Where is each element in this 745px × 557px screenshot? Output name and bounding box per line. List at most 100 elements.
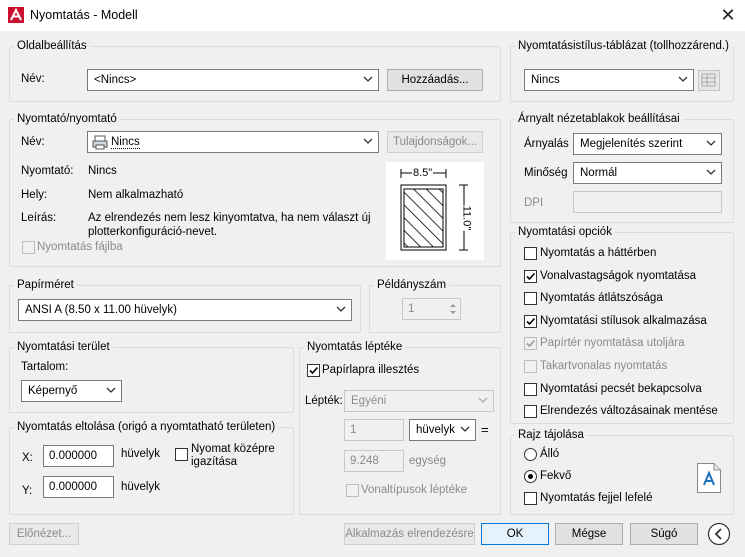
chevron-down-icon (460, 426, 470, 432)
quality-dropdown[interactable]: Normál (573, 162, 722, 184)
offset-y-input[interactable]: 0.000000 (43, 476, 114, 498)
copies-stepper[interactable]: 1 (402, 298, 461, 320)
radio-selected-dot (528, 474, 533, 479)
edit-plot-style-icon[interactable] (698, 70, 720, 91)
chevron-down-icon (706, 169, 716, 175)
plot-option-checkbox[interactable] (524, 315, 537, 328)
upside-down-checkbox[interactable] (524, 492, 537, 505)
paper-width-label: 8.5" (412, 167, 434, 179)
ok-button[interactable]: OK (481, 523, 549, 545)
plot-option-label: Nyomtatás átlátszósága (540, 292, 663, 304)
close-button[interactable]: ✕ (717, 4, 739, 26)
plot-option-label: Takartvonalas nyomtatás (540, 360, 668, 372)
shade-plot-dropdown[interactable]: Megjelenítés szerint (573, 133, 722, 155)
plot-offset-legend: Nyomtatás eltolása (origó a nyomtatható … (17, 421, 276, 433)
offset-x-input[interactable]: 0.000000 (43, 445, 114, 467)
plot-option-checkbox[interactable] (524, 337, 537, 350)
scale-unit-dropdown[interactable]: hüvelyk (409, 419, 476, 441)
shade-plot-label: Árnyalás (524, 138, 569, 150)
dpi-input[interactable] (573, 191, 722, 213)
center-plot-label-line-1: Nyomat középre (191, 443, 275, 455)
plotter-label: Nyomtató: (21, 165, 74, 177)
plot-options-legend: Nyomtatási opciók (518, 226, 612, 238)
plot-option-checkbox[interactable] (524, 292, 537, 305)
collapse-options-icon[interactable] (707, 522, 731, 546)
offset-x-value: 0.000000 (49, 450, 97, 462)
paper-height-label: 11.0" (460, 205, 473, 231)
scale-equals: = (481, 422, 489, 437)
page-setup-name-label: Név: (21, 73, 45, 85)
chevron-down-icon (363, 138, 373, 144)
plot-area-value: Képernyő (28, 385, 78, 397)
window-title: Nyomtatás - Modell (30, 8, 138, 22)
printer-properties-button[interactable]: Tulajdonságok... (387, 131, 483, 153)
plot-option-label: Vonalvastagságok nyomtatása (540, 270, 696, 282)
paper-size-dropdown[interactable]: ANSI A (8.50 x 11.00 hüvelyk) (18, 299, 352, 321)
plot-style-table-dropdown[interactable]: Nincs (524, 69, 694, 91)
offset-y-label: Y: (22, 485, 33, 497)
scale-label: Lépték: (305, 395, 343, 407)
offset-y-unit: hüvelyk (121, 481, 160, 493)
plot-option-checkbox[interactable] (524, 383, 537, 396)
help-button[interactable]: Súgó (630, 523, 698, 545)
spin-arrows-icon[interactable] (447, 300, 459, 318)
dpi-label: DPI (524, 197, 544, 209)
check-icon (309, 366, 319, 375)
plot-area-legend: Nyomtatási terület (17, 341, 110, 353)
copies-legend: Példányszám (377, 279, 447, 291)
preview-button[interactable]: Előnézet... (9, 523, 79, 545)
plot-option-checkbox[interactable] (524, 405, 537, 418)
printer-icon (92, 135, 108, 150)
paper-size-legend: Papírméret (17, 279, 74, 291)
apply-to-layout-button[interactable]: Alkalmazás elrendezésre (344, 523, 475, 545)
add-page-setup-button[interactable]: Hozzáadás... (387, 69, 483, 91)
portrait-label: Álló (540, 448, 560, 460)
scale-value-2-input[interactable]: 9.248 (344, 450, 404, 472)
landscape-radio[interactable] (524, 470, 537, 483)
portrait-radio[interactable] (524, 448, 537, 461)
offset-x-label: X: (22, 452, 33, 464)
plot-style-table-value: Nincs (531, 74, 560, 86)
scale-unit-2: egység (409, 455, 447, 467)
description-line-2: plotterkonfiguráció-nevet. (88, 226, 218, 238)
quality-value: Normál (580, 167, 618, 179)
chevron-down-icon (478, 397, 488, 403)
scale-dropdown[interactable]: Egyéni (344, 390, 494, 412)
page-setup-name-dropdown[interactable]: <Nincs> (87, 69, 379, 91)
shade-plot-value: Megjelenítés szerint (580, 138, 683, 150)
shaded-viewport-legend: Árnyalt nézetablakok beállításai (518, 113, 680, 125)
plot-option-checkbox[interactable] (524, 360, 537, 373)
plot-scale-legend: Nyomtatás léptéke (307, 341, 403, 353)
scale-lineweights-checkbox[interactable] (346, 484, 359, 497)
center-plot-checkbox[interactable] (175, 448, 188, 461)
copies-value: 1 (408, 303, 415, 315)
quality-label: Minőség (524, 167, 568, 179)
plot-option-label: Nyomtatás a háttérben (540, 247, 657, 259)
upside-down-label: Nyomtatás fejjel lefelé (540, 492, 653, 504)
plot-option-checkbox[interactable] (524, 247, 537, 260)
plot-area-dropdown[interactable]: Képernyő (21, 380, 122, 402)
autocad-logo-icon (8, 7, 24, 23)
print-to-file-checkbox[interactable] (22, 241, 35, 254)
cancel-button[interactable]: Mégse (555, 523, 623, 545)
scale-lineweights-label: Vonaltípusok léptéke (361, 484, 468, 496)
plot-option-label: Nyomtatási stílusok alkalmazása (540, 315, 707, 327)
description-label: Leírás: (21, 212, 57, 224)
plot-area-group: Nyomtatási terület (9, 341, 294, 413)
description-line-1: Az elrendezés nem lesz kinyomtatva, ha n… (88, 212, 371, 224)
plot-option-label: Nyomtatási pecsét bekapcsolva (540, 383, 702, 395)
page-setup-legend: Oldalbeállítás (17, 40, 87, 52)
page-setup-name-value: <Nincs> (94, 74, 137, 86)
chevron-down-icon (363, 76, 373, 82)
scale-unit-1: hüvelyk (416, 424, 455, 436)
fit-to-paper-label: Papírlapra illesztés (322, 364, 420, 376)
plot-option-checkbox[interactable] (524, 270, 537, 283)
scale-value-1-input[interactable]: 1 (344, 419, 404, 441)
where-label: Hely: (21, 189, 48, 201)
print-to-file-label: Nyomtatás fájlba (37, 241, 123, 253)
fit-to-paper-checkbox[interactable] (307, 364, 320, 377)
printer-legend: Nyomtató/nyomtató (17, 113, 117, 125)
plotter-value: Nincs (88, 165, 117, 177)
printer-name-dropdown[interactable]: Nincs (87, 131, 379, 153)
plot-area-what-label: Tartalom: (21, 361, 69, 373)
